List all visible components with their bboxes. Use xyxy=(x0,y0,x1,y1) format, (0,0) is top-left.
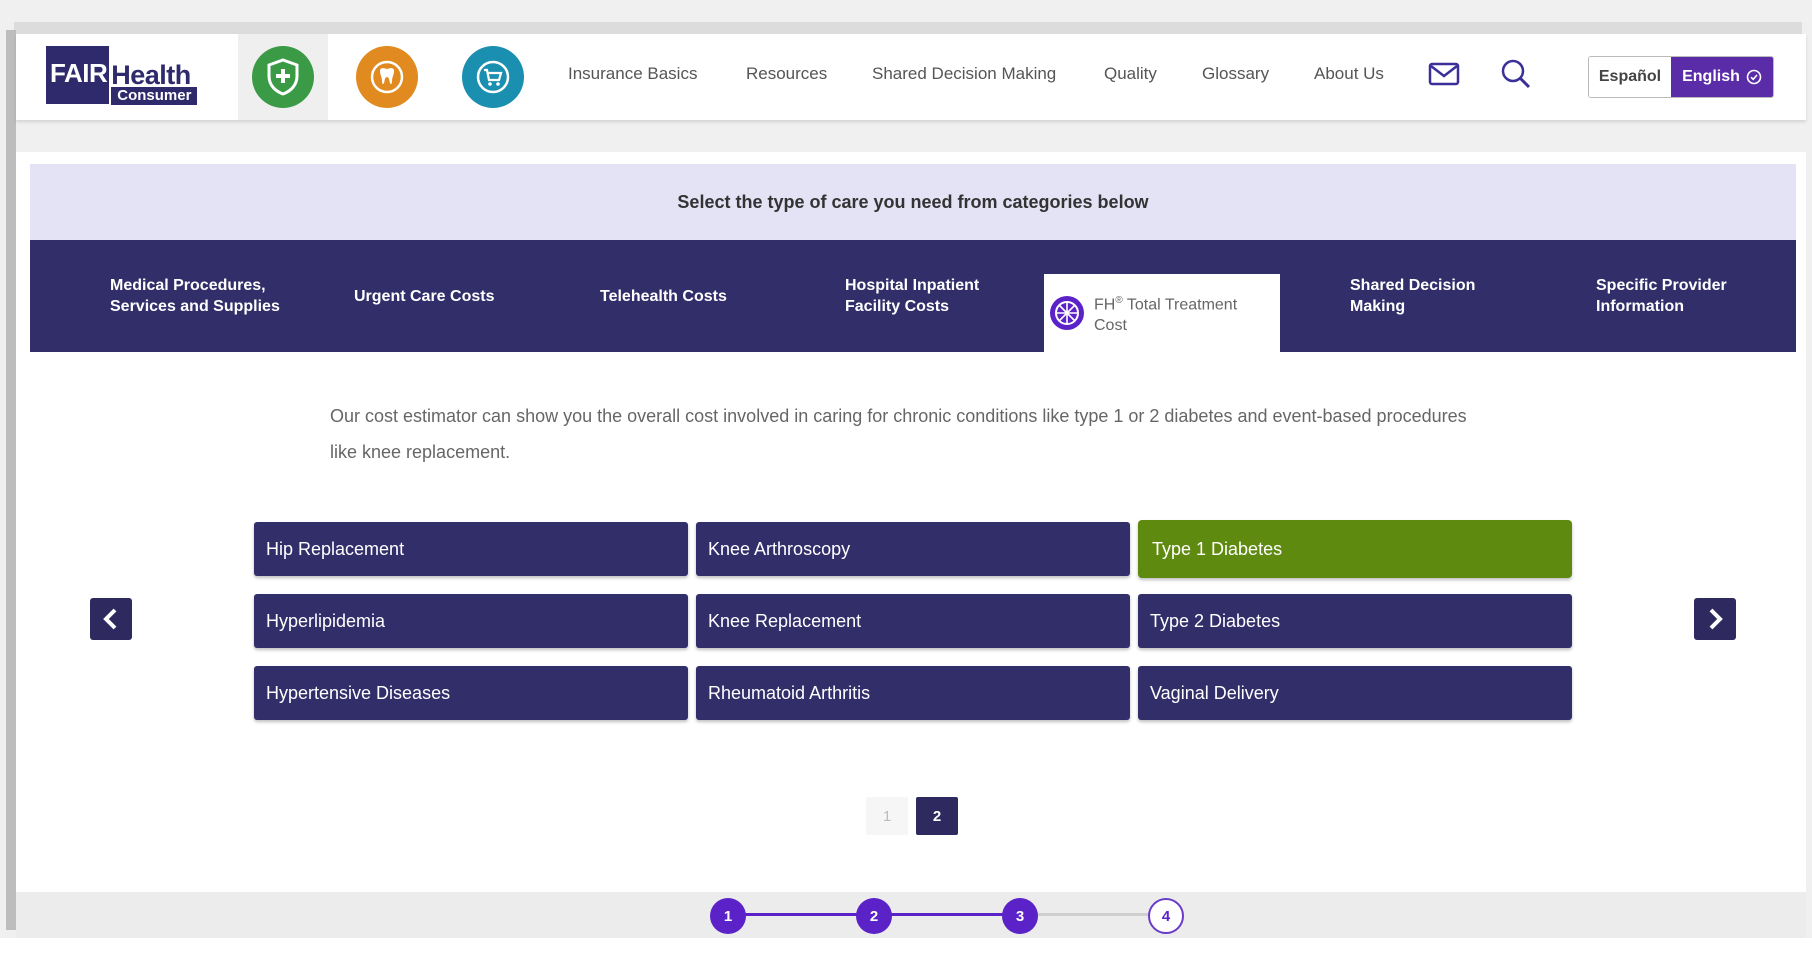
category-tabs: Medical Procedures, Services and Supplies… xyxy=(30,240,1796,352)
nav-quality[interactable]: Quality xyxy=(1104,64,1157,84)
site-header: FAIR Health Consumer Insurance Basics Re… xyxy=(16,34,1806,120)
carousel-next-button[interactable] xyxy=(1694,598,1736,640)
language-switcher: Español English xyxy=(1588,56,1774,98)
dental-app-button[interactable] xyxy=(342,34,432,120)
tab-telehealth-costs[interactable]: Telehealth Costs xyxy=(600,240,727,352)
logo-consumer-text: Consumer xyxy=(111,87,198,105)
dental-tooth-icon xyxy=(356,46,418,108)
medical-shield-icon xyxy=(252,46,314,108)
option-knee-replacement[interactable]: Knee Replacement xyxy=(696,594,1130,648)
nav-shared-decision-making[interactable]: Shared Decision Making xyxy=(872,64,1056,84)
tab-medical-procedures[interactable]: Medical Procedures, Services and Supplies xyxy=(110,240,280,352)
step-1: 1 xyxy=(710,898,746,934)
search-icon[interactable] xyxy=(1498,56,1534,92)
nav-about-us[interactable]: About Us xyxy=(1314,64,1384,84)
shopping-cart-icon xyxy=(462,46,524,108)
step-4: 4 xyxy=(1148,898,1184,934)
fair-health-logo[interactable]: FAIR Health Consumer xyxy=(46,46,206,108)
option-type-2-diabetes[interactable]: Type 2 Diabetes xyxy=(1138,594,1572,648)
mail-icon[interactable] xyxy=(1426,56,1462,92)
cost-estimator-panel: Select the type of care you need from ca… xyxy=(16,152,1806,892)
carousel-prev-button[interactable] xyxy=(90,598,132,640)
step-2: 2 xyxy=(856,898,892,934)
tab-specific-provider[interactable]: Specific Provider Information xyxy=(1596,240,1727,352)
option-rheumatoid-arthritis[interactable]: Rheumatoid Arthritis xyxy=(696,666,1130,720)
window-frame-left xyxy=(6,30,16,930)
option-hyperlipidemia[interactable]: Hyperlipidemia xyxy=(254,594,688,648)
window-frame-top xyxy=(14,22,1802,34)
tab-urgent-care-costs[interactable]: Urgent Care Costs xyxy=(354,240,494,352)
chevron-left-icon xyxy=(103,608,117,630)
logo-health-text: Health xyxy=(111,60,191,90)
chevron-right-icon xyxy=(1709,608,1723,630)
category-banner: Select the type of care you need from ca… xyxy=(30,164,1796,240)
english-label: English xyxy=(1682,68,1740,85)
step-line-remaining xyxy=(1020,913,1166,916)
option-knee-arthroscopy[interactable]: Knee Arthroscopy xyxy=(696,522,1130,576)
page-1-button[interactable]: 1 xyxy=(866,797,908,835)
logo-fair-text: FAIR xyxy=(46,46,110,104)
english-button[interactable]: English xyxy=(1671,57,1773,97)
nav-resources[interactable]: Resources xyxy=(746,64,827,84)
check-circle-icon xyxy=(1746,69,1762,85)
tab-hospital-inpatient[interactable]: Hospital Inpatient Facility Costs xyxy=(845,240,979,352)
nav-insurance-basics[interactable]: Insurance Basics xyxy=(568,64,697,84)
step-3: 3 xyxy=(1002,898,1038,934)
option-type-1-diabetes[interactable]: Type 1 Diabetes xyxy=(1138,520,1572,578)
option-vaginal-delivery[interactable]: Vaginal Delivery xyxy=(1138,666,1572,720)
option-hypertensive-diseases[interactable]: Hypertensive Diseases xyxy=(254,666,688,720)
shopping-app-button[interactable] xyxy=(448,34,538,120)
espanol-button[interactable]: Español xyxy=(1589,57,1671,97)
progress-steps: 1 2 3 4 xyxy=(16,892,1806,938)
page-2-button[interactable]: 2 xyxy=(916,797,958,835)
option-hip-replacement[interactable]: Hip Replacement xyxy=(254,522,688,576)
tab-shared-decision-making[interactable]: Shared Decision Making xyxy=(1350,240,1475,352)
medical-app-button[interactable] xyxy=(238,34,328,120)
tab-total-treatment-cost[interactable]: FH® Total Treatment Cost xyxy=(1044,274,1280,352)
estimator-description: Our cost estimator can show you the over… xyxy=(330,406,1467,462)
nav-glossary[interactable]: Glossary xyxy=(1202,64,1269,84)
window-frame-bottom xyxy=(0,938,1812,953)
treatment-wheel-icon xyxy=(1050,296,1084,330)
